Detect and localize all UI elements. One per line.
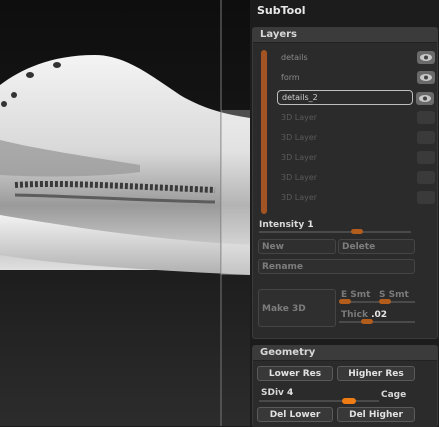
layer-row[interactable]: details bbox=[277, 50, 435, 65]
e-smt-slider-knob[interactable] bbox=[339, 299, 351, 304]
eye-icon[interactable] bbox=[417, 71, 435, 84]
sdiv-label: SDiv 4 bbox=[261, 388, 294, 398]
eye-icon[interactable] bbox=[417, 111, 435, 124]
layers-header[interactable]: Layers bbox=[253, 28, 437, 43]
cage-button[interactable]: Cage bbox=[381, 390, 406, 400]
layer-row[interactable]: details_2 bbox=[277, 90, 434, 105]
eye-icon[interactable] bbox=[417, 191, 435, 204]
layer-label: details bbox=[281, 53, 308, 62]
delete-layer-button[interactable]: Delete bbox=[338, 239, 415, 254]
thick-slider-knob[interactable] bbox=[361, 319, 373, 324]
rename-layer-button[interactable]: Rename bbox=[258, 259, 415, 274]
geometry-group: Geometry Lower Res Higher Res SDiv 4 Cag… bbox=[252, 345, 438, 427]
layer-row[interactable]: form bbox=[277, 70, 435, 85]
make-3d-button[interactable]: Make 3D bbox=[258, 289, 336, 327]
layer-row[interactable]: 3D Layer bbox=[277, 170, 435, 185]
layer-label: 3D Layer bbox=[281, 113, 318, 122]
layer-label: 3D Layer bbox=[281, 173, 318, 182]
intensity-label: Intensity 1 bbox=[259, 220, 314, 230]
intensity-slider-knob[interactable] bbox=[351, 229, 363, 234]
s-smt-slider-knob[interactable] bbox=[379, 299, 391, 304]
subtool-panel: SubTool Layers details form details_2 3D La… bbox=[250, 0, 439, 427]
eye-icon[interactable] bbox=[417, 51, 435, 64]
eye-icon[interactable] bbox=[416, 92, 434, 105]
geometry-header[interactable]: Geometry bbox=[253, 346, 437, 361]
sdiv-slider[interactable] bbox=[259, 400, 379, 402]
layer-label: details_2 bbox=[282, 93, 318, 102]
layer-row[interactable]: 3D Layer bbox=[277, 110, 435, 125]
layer-label: 3D Layer bbox=[281, 153, 318, 162]
subtool-title[interactable]: SubTool bbox=[257, 4, 306, 17]
shoe-model bbox=[0, 0, 250, 426]
layer-label: form bbox=[281, 73, 300, 82]
intensity-slider[interactable] bbox=[259, 231, 411, 233]
layer-label: 3D Layer bbox=[281, 193, 318, 202]
layers-group: Layers details form details_2 3D Layer 3D La… bbox=[252, 27, 438, 339]
new-layer-button[interactable]: New bbox=[258, 239, 336, 254]
layer-row[interactable]: 3D Layer bbox=[277, 150, 435, 165]
sdiv-slider-knob[interactable] bbox=[342, 398, 356, 404]
layer-row[interactable]: 3D Layer bbox=[277, 130, 435, 145]
higher-res-button[interactable]: Higher Res bbox=[337, 366, 415, 381]
lower-res-button[interactable]: Lower Res bbox=[257, 366, 333, 381]
del-lower-button[interactable]: Del Lower bbox=[257, 407, 333, 422]
eyelet bbox=[53, 62, 61, 68]
eye-icon[interactable] bbox=[417, 131, 435, 144]
3d-viewport[interactable] bbox=[0, 0, 250, 426]
del-higher-button[interactable]: Del Higher bbox=[337, 407, 415, 422]
thick-slider[interactable] bbox=[339, 321, 415, 323]
eye-icon[interactable] bbox=[417, 151, 435, 164]
eyelet bbox=[1, 101, 7, 107]
eyelet bbox=[26, 72, 34, 78]
eye-icon[interactable] bbox=[417, 171, 435, 184]
mirror-plane bbox=[221, 110, 250, 275]
eyelet bbox=[11, 92, 17, 98]
layer-label: 3D Layer bbox=[281, 133, 318, 142]
layer-row[interactable]: 3D Layer bbox=[277, 190, 435, 205]
layers-scrollbar[interactable] bbox=[261, 50, 267, 214]
